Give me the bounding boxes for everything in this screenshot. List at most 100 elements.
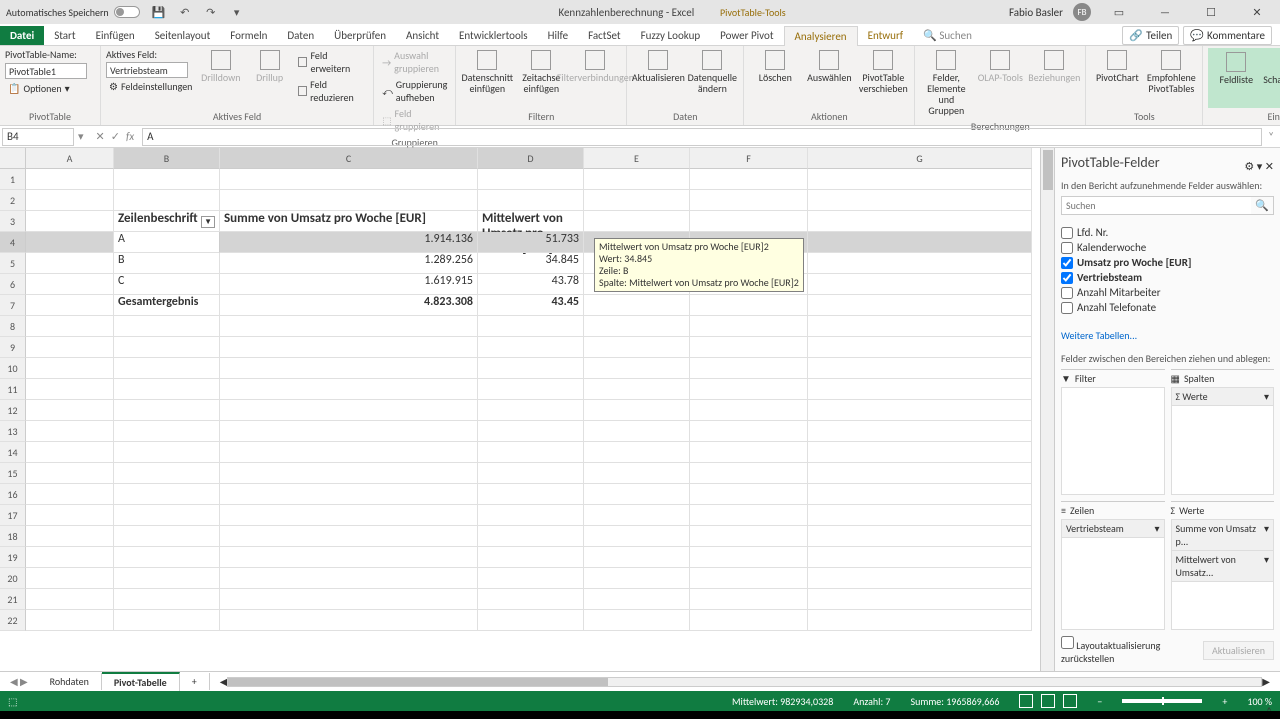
cell-D7[interactable]: 43.45 [478, 295, 584, 316]
name-box[interactable]: B4 [2, 128, 74, 146]
field-checkbox-4[interactable] [1061, 287, 1073, 299]
cell-B19[interactable] [114, 547, 220, 568]
cell-B4[interactable]: A [114, 232, 220, 253]
cell-C18[interactable] [220, 526, 478, 547]
row-header-9[interactable]: 9 [0, 337, 26, 358]
cell-D12[interactable] [478, 400, 584, 421]
cell-F8[interactable] [690, 316, 808, 337]
close-button[interactable]: ✕ [1239, 0, 1275, 24]
cell-C1[interactable] [220, 169, 478, 190]
cell-G2[interactable] [808, 190, 1032, 211]
cell-C22[interactable] [220, 610, 478, 631]
cell-E17[interactable] [584, 505, 690, 526]
minimize-button[interactable]: — [1147, 0, 1183, 24]
field-item-3[interactable]: Vertriebsteam [1061, 270, 1274, 285]
expand-field-button[interactable]: Feld erweitern [295, 48, 368, 76]
cell-G1[interactable] [808, 169, 1032, 190]
column-header-C[interactable]: C [220, 148, 478, 169]
row-header-12[interactable]: 12 [0, 400, 26, 421]
field-checkbox-1[interactable] [1061, 242, 1073, 254]
cell-D9[interactable] [478, 337, 584, 358]
tab-fuzzy[interactable]: Fuzzy Lookup [631, 26, 711, 45]
cell-B2[interactable] [114, 190, 220, 211]
recommended-button[interactable]: Empfohlene PivotTables [1145, 48, 1197, 96]
pane-close-icon[interactable]: ✕ [1265, 160, 1274, 173]
cell-D16[interactable] [478, 484, 584, 505]
field-checkbox-2[interactable] [1061, 257, 1073, 269]
cell-F21[interactable] [690, 589, 808, 610]
cell-F2[interactable] [690, 190, 808, 211]
row-header-18[interactable]: 18 [0, 526, 26, 547]
cell-B11[interactable] [114, 379, 220, 400]
cell-E16[interactable] [584, 484, 690, 505]
cell-G15[interactable] [808, 463, 1032, 484]
cell-B7[interactable]: Gesamtergebnis [114, 295, 220, 316]
redo-icon[interactable]: ↷ [204, 5, 218, 19]
row-header-10[interactable]: 10 [0, 358, 26, 379]
cell-A15[interactable] [26, 463, 114, 484]
cell-G6[interactable] [808, 274, 1032, 295]
row-header-21[interactable]: 21 [0, 589, 26, 610]
share-button[interactable]: 🔗 Teilen [1122, 26, 1179, 45]
cell-F3[interactable] [690, 211, 808, 232]
accept-formula-icon[interactable]: ✓ [111, 130, 120, 143]
cell-D2[interactable] [478, 190, 584, 211]
active-field-input[interactable]: Vertriebsteam [106, 62, 188, 78]
cell-A22[interactable] [26, 610, 114, 631]
sheet-tab-rohdaten[interactable]: Rohdaten [38, 673, 102, 690]
cell-A3[interactable] [26, 211, 114, 232]
row-header-8[interactable]: 8 [0, 316, 26, 337]
pivot-name-input[interactable]: PivotTable1 [5, 63, 87, 79]
zoom-out-button[interactable]: − [1097, 695, 1102, 708]
defer-layout-checkbox[interactable] [1061, 636, 1074, 649]
buttons-toggle[interactable]: Schaltflächen +/- [1264, 50, 1280, 98]
cell-C10[interactable] [220, 358, 478, 379]
row-header-16[interactable]: 16 [0, 484, 26, 505]
cell-A4[interactable] [26, 232, 114, 253]
cell-A18[interactable] [26, 526, 114, 547]
cell-D15[interactable] [478, 463, 584, 484]
cell-C2[interactable] [220, 190, 478, 211]
cell-G18[interactable] [808, 526, 1032, 547]
expand-formula-icon[interactable]: ˅ [1262, 130, 1280, 143]
cell-F22[interactable] [690, 610, 808, 631]
cell-C8[interactable] [220, 316, 478, 337]
fieldlist-button[interactable]: Feldliste [1210, 50, 1262, 87]
record-macro-icon[interactable]: ⬚ [8, 695, 17, 708]
tab-pagelayout[interactable]: Seitenlayout [145, 26, 221, 45]
slicer-button[interactable]: Datenschnitt einfügen [461, 48, 513, 96]
filter-drop-area[interactable] [1061, 387, 1165, 495]
cell-E20[interactable] [584, 568, 690, 589]
cell-D22[interactable] [478, 610, 584, 631]
namebox-dropdown-icon[interactable]: ▾ [74, 130, 88, 143]
cell-G4[interactable] [808, 232, 1032, 253]
cell-D6[interactable]: 43.78 [478, 274, 584, 295]
zoom-slider[interactable] [1122, 699, 1202, 703]
field-checkbox-5[interactable] [1061, 302, 1073, 314]
cell-A16[interactable] [26, 484, 114, 505]
field-item-5[interactable]: Anzahl Telefonate [1061, 300, 1274, 315]
cell-C14[interactable] [220, 442, 478, 463]
tab-factset[interactable]: FactSet [578, 26, 631, 45]
cell-F11[interactable] [690, 379, 808, 400]
cell-B12[interactable] [114, 400, 220, 421]
cell-C9[interactable] [220, 337, 478, 358]
cell-B8[interactable] [114, 316, 220, 337]
cell-A13[interactable] [26, 421, 114, 442]
field-search-input[interactable] [1062, 197, 1251, 214]
rows-drop-area[interactable]: Vertriebsteam▾ [1061, 519, 1165, 631]
cell-B10[interactable] [114, 358, 220, 379]
cell-A2[interactable] [26, 190, 114, 211]
cell-D14[interactable] [478, 442, 584, 463]
cell-G17[interactable] [808, 505, 1032, 526]
pivotchart-button[interactable]: PivotChart [1091, 48, 1143, 85]
cell-C7[interactable]: 4.823.308 [220, 295, 478, 316]
cell-B15[interactable] [114, 463, 220, 484]
cell-A9[interactable] [26, 337, 114, 358]
cell-D3[interactable]: Mittelwert von Umsatz pro Woche [EUR]2 [478, 211, 584, 232]
cell-C17[interactable] [220, 505, 478, 526]
cell-B16[interactable] [114, 484, 220, 505]
cell-E3[interactable] [584, 211, 690, 232]
avatar[interactable]: FB [1073, 3, 1091, 21]
cell-G7[interactable] [808, 295, 1032, 316]
